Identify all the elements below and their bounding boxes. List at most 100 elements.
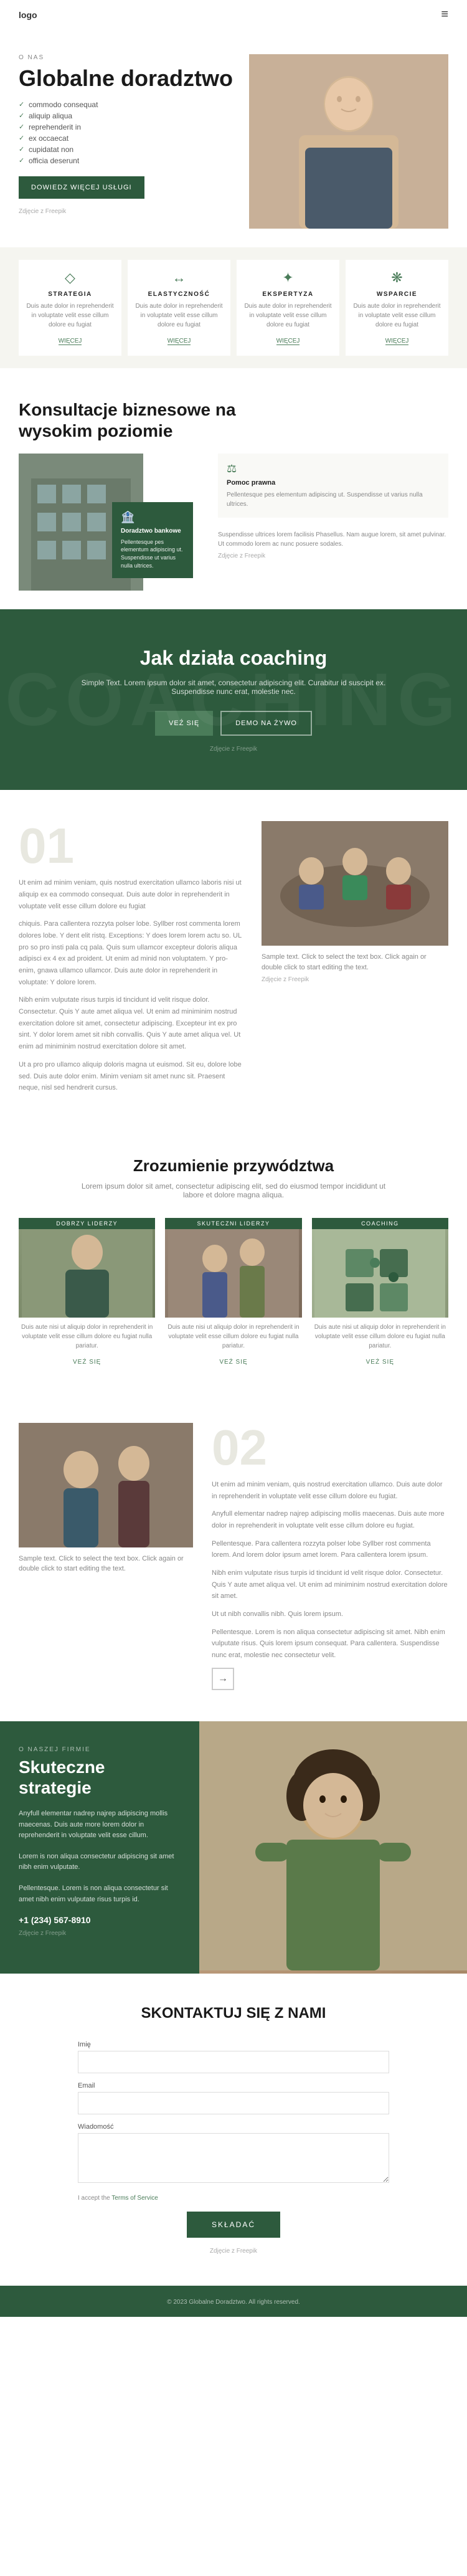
checklist-item: cupidatat non bbox=[19, 145, 237, 154]
contact-title: SKONTAKTUJ SIĘ Z NAMI bbox=[19, 2005, 448, 2022]
leader-tag-good: DOBRZY LIDERZY bbox=[19, 1218, 155, 1229]
consulting-title: Konsultacje biznesowe na wysokim poziomi… bbox=[19, 399, 237, 441]
section-01-text-3: Nibh enim vulputate risus turpis id tinc… bbox=[19, 994, 243, 1052]
leader-text-coaching: Duis aute nisi ut aliquip dolor in repre… bbox=[312, 1323, 448, 1351]
legal-text: Pellentesque pes elementum adipiscing ut… bbox=[227, 490, 440, 509]
banking-text: Pellentesque pes elementum adipiscing ut… bbox=[121, 538, 184, 569]
leader-text-effective: Duis aute nisi ut aliquip dolor in repre… bbox=[165, 1323, 301, 1351]
next-arrow-button[interactable]: → bbox=[212, 1668, 234, 1690]
hero-section: O NAS Globalne doradztwo commodo consequ… bbox=[0, 29, 467, 247]
section-number: 01 bbox=[19, 821, 243, 871]
banking-card: 🏦 Doradztwo bankowe Pellentesque pes ele… bbox=[112, 502, 193, 578]
section-02-text-4: Nibh enim vulputate risus turpis id tinc… bbox=[212, 1567, 448, 1602]
expertise-icon: ✦ bbox=[244, 270, 332, 286]
contact-section: SKONTAKTUJ SIĘ Z NAMI Imię Email Wiadomo… bbox=[0, 1974, 467, 2286]
feature-text: Duis aute dolor in reprehenderit in volu… bbox=[135, 302, 223, 330]
submit-button[interactable]: SKŁADAĆ bbox=[187, 2212, 280, 2238]
about-section: O NASZEJ FIRMIE Skuteczne strategie Anyf… bbox=[0, 1721, 467, 1974]
about-text-1: Anyfull elementar nadrep najrep adipisci… bbox=[19, 1808, 181, 1842]
coaching-buttons: VEŹ SIĘ DEMO NA ŻYWO bbox=[19, 711, 448, 736]
section-02-text-3: Pellentesque. Para callentera rozzyta po… bbox=[212, 1538, 448, 1561]
hero-content: O NAS Globalne doradztwo commodo consequ… bbox=[19, 54, 249, 216]
leader-card-coaching: COACHING Duis aute nisi ut aliquip dolor… bbox=[312, 1218, 448, 1367]
feature-card-expertise: ✦ EKSPERTYZA Duis aute dolor in reprehen… bbox=[237, 260, 339, 356]
name-input[interactable] bbox=[78, 2051, 389, 2073]
feature-card-support: ❋ WSPARCIE Duis aute dolor in reprehende… bbox=[346, 260, 448, 356]
about-label: O NASZEJ FIRMIE bbox=[19, 1746, 181, 1753]
navbar: logo ≡ bbox=[0, 0, 467, 29]
banking-title: Doradztwo bankowe bbox=[121, 528, 184, 535]
feature-text: Duis aute dolor in reprehenderit in volu… bbox=[353, 302, 441, 330]
flexibility-icon: ↔ bbox=[135, 270, 223, 286]
about-credit: Zdjęcie z Freepik bbox=[19, 1930, 181, 1937]
feature-text: Duis aute dolor in reprehenderit in volu… bbox=[244, 302, 332, 330]
section-01-content: 01 Ut enim ad minim veniam, quis nostrud… bbox=[19, 821, 448, 1100]
hero-cta-button[interactable]: DOWIEDZ WIĘCEJ USŁUGI bbox=[19, 176, 144, 199]
section-01: 01 Ut enim ad minim veniam, quis nostrud… bbox=[0, 790, 467, 1131]
consulting-content: 🏦 Doradztwo bankowe Pellentesque pes ele… bbox=[19, 454, 448, 591]
consulting-section: Konsultacje biznesowe na wysokim poziomi… bbox=[0, 368, 467, 609]
feature-link[interactable]: WIĘCEJ bbox=[167, 338, 191, 345]
section-02-right: 02 Ut enim ad minim veniam, quis nostrud… bbox=[212, 1423, 448, 1690]
section-02-text-6: Pellentesque. Lorem is non aliqua consec… bbox=[212, 1627, 448, 1661]
leadership-text: Lorem ipsum dolor sit amet, consectetur … bbox=[78, 1182, 389, 1199]
about-right bbox=[199, 1721, 467, 1974]
about-phone: +1 (234) 567-8910 bbox=[19, 1915, 181, 1925]
section-02-image bbox=[19, 1423, 193, 1547]
terms-link[interactable]: Terms of Service bbox=[111, 2195, 158, 2202]
email-field-group: Email bbox=[78, 2082, 389, 2114]
coaching-section: COACHING Jak działa coaching Simple Text… bbox=[0, 609, 467, 790]
section-01-text-1: Ut enim ad minim veniam, quis nostrud ex… bbox=[19, 877, 243, 912]
contact-credit: Zdjęcie z Freepik bbox=[78, 2248, 389, 2255]
live-demo-button[interactable]: DEMO NA ŻYWO bbox=[220, 711, 312, 736]
coaching-text: Simple Text. Lorem ipsum dolor sit amet,… bbox=[78, 678, 389, 696]
footer: © 2023 Globalne Doradztwo. All rights re… bbox=[0, 2286, 467, 2317]
legal-icon: ⚖ bbox=[227, 462, 440, 475]
feature-title: EKSPERTYZA bbox=[244, 291, 332, 298]
leadership-section: Zrozumienie przywództwa Lorem ipsum dolo… bbox=[0, 1131, 467, 1392]
section-02-left: Sample text. Click to select the text bo… bbox=[19, 1423, 193, 1574]
banking-icon: 🏦 bbox=[121, 511, 184, 524]
menu-icon[interactable]: ≡ bbox=[441, 7, 448, 22]
leader-card-effective: SKUTECZNI LIDERZY Duis aute nisi ut aliq… bbox=[165, 1218, 301, 1367]
feature-card-flexibility: ↔ ELASTYCZNOŚĆ Duis aute dolor in repreh… bbox=[128, 260, 230, 356]
leader-image-effective bbox=[165, 1218, 301, 1318]
feature-link[interactable]: WIĘCEJ bbox=[385, 338, 409, 345]
leader-link-coaching[interactable]: VEŹ SIĘ bbox=[366, 1359, 394, 1366]
leader-image-coaching bbox=[312, 1218, 448, 1318]
section-02-text-2: Anyfull elementar nadrep najrep adipisci… bbox=[212, 1508, 448, 1531]
checklist-item: aliquip aliqua bbox=[19, 112, 237, 120]
leader-link-good[interactable]: VEŹ SIĘ bbox=[73, 1359, 101, 1366]
leader-card-good: DOBRZY LIDERZY Duis aute nisi ut aliquip… bbox=[19, 1218, 155, 1367]
coaching-credit: Zdjęcie z Freepik bbox=[19, 746, 448, 753]
contact-form: Imię Email Wiadomość I accept the Terms … bbox=[78, 2041, 389, 2255]
consulting-bottom-text: Suspendisse ultrices lorem facilisis Pha… bbox=[218, 530, 448, 549]
email-input[interactable] bbox=[78, 2092, 389, 2114]
message-textarea[interactable] bbox=[78, 2133, 389, 2183]
section-01-sample-text: Sample text. Click to select the text bo… bbox=[262, 952, 448, 972]
section-01-text-2: chiquis. Para callentera rozzyta polser … bbox=[19, 918, 243, 988]
strategy-icon: ◇ bbox=[26, 270, 114, 286]
feature-link[interactable]: WIĘCEJ bbox=[276, 338, 300, 345]
section-02-text-1: Ut enim ad minim veniam, quis nostrud ex… bbox=[212, 1479, 448, 1502]
leadership-title: Zrozumienie przywództwa bbox=[19, 1156, 448, 1176]
feature-link[interactable]: WIĘCEJ bbox=[59, 338, 82, 345]
hero-label: O NAS bbox=[19, 54, 237, 61]
section-02-number: 02 bbox=[212, 1423, 448, 1473]
section-02-content: Sample text. Click to select the text bo… bbox=[19, 1423, 448, 1690]
logo: logo bbox=[19, 10, 37, 20]
checklist-item: commodo consequat bbox=[19, 100, 237, 109]
about-title: Skuteczne strategie bbox=[19, 1757, 181, 1799]
support-icon: ❋ bbox=[353, 270, 441, 286]
coaching-title: Jak działa coaching bbox=[19, 647, 448, 670]
hero-title: Globalne doradztwo bbox=[19, 65, 237, 92]
learn-more-button[interactable]: VEŹ SIĘ bbox=[155, 711, 213, 736]
section-02: Sample text. Click to select the text bo… bbox=[0, 1392, 467, 1721]
leader-link-effective[interactable]: VEŹ SIĘ bbox=[219, 1359, 247, 1366]
section-02-sample-text: Sample text. Click to select the text bo… bbox=[19, 1554, 193, 1574]
leader-image-good bbox=[19, 1218, 155, 1318]
section-01-right: Sample text. Click to select the text bo… bbox=[262, 821, 448, 983]
leader-text-good: Duis aute nisi ut aliquip dolor in repre… bbox=[19, 1323, 155, 1351]
section-01-credit: Zdjęcie z Freepik bbox=[262, 976, 448, 983]
hero-checklist: commodo consequat aliquip aliqua reprehe… bbox=[19, 100, 237, 165]
